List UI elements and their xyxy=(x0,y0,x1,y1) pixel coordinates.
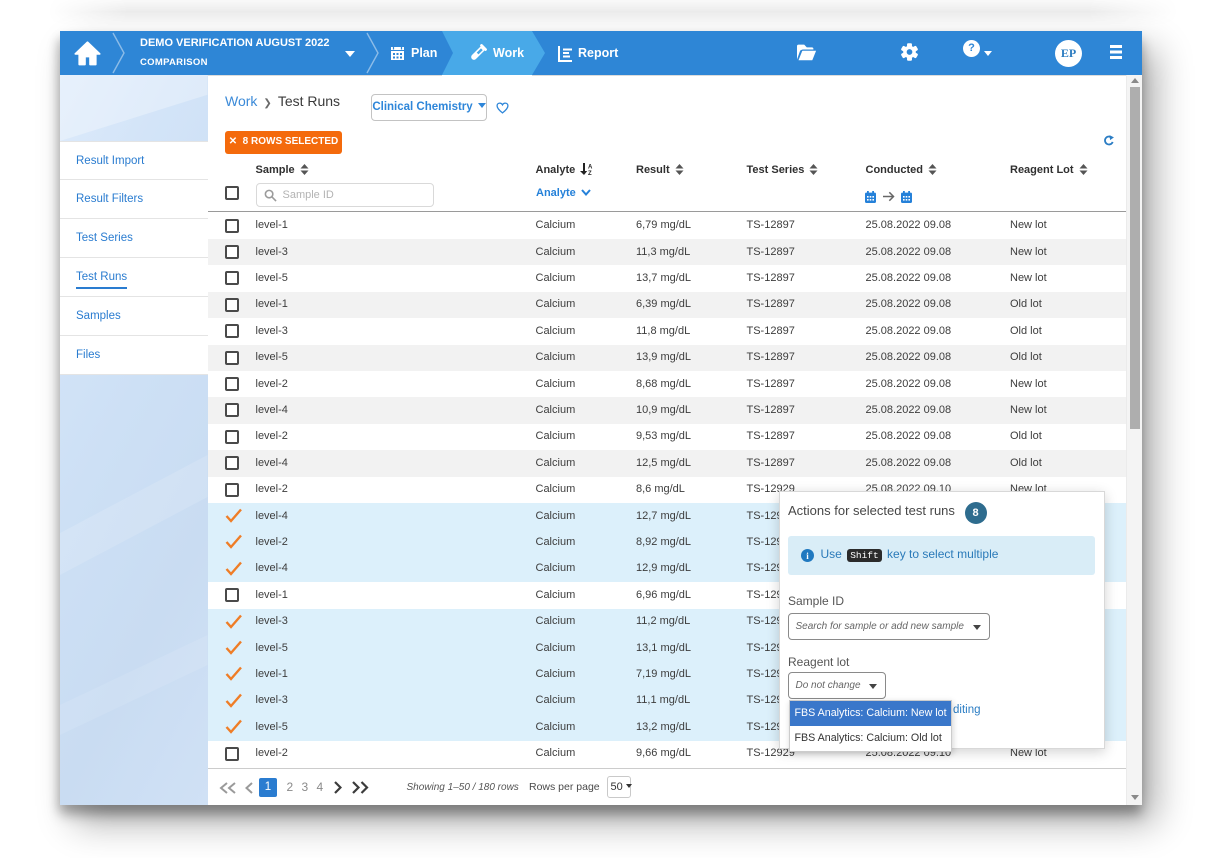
svg-text:A: A xyxy=(588,165,593,171)
svg-text:Z: Z xyxy=(588,171,592,175)
